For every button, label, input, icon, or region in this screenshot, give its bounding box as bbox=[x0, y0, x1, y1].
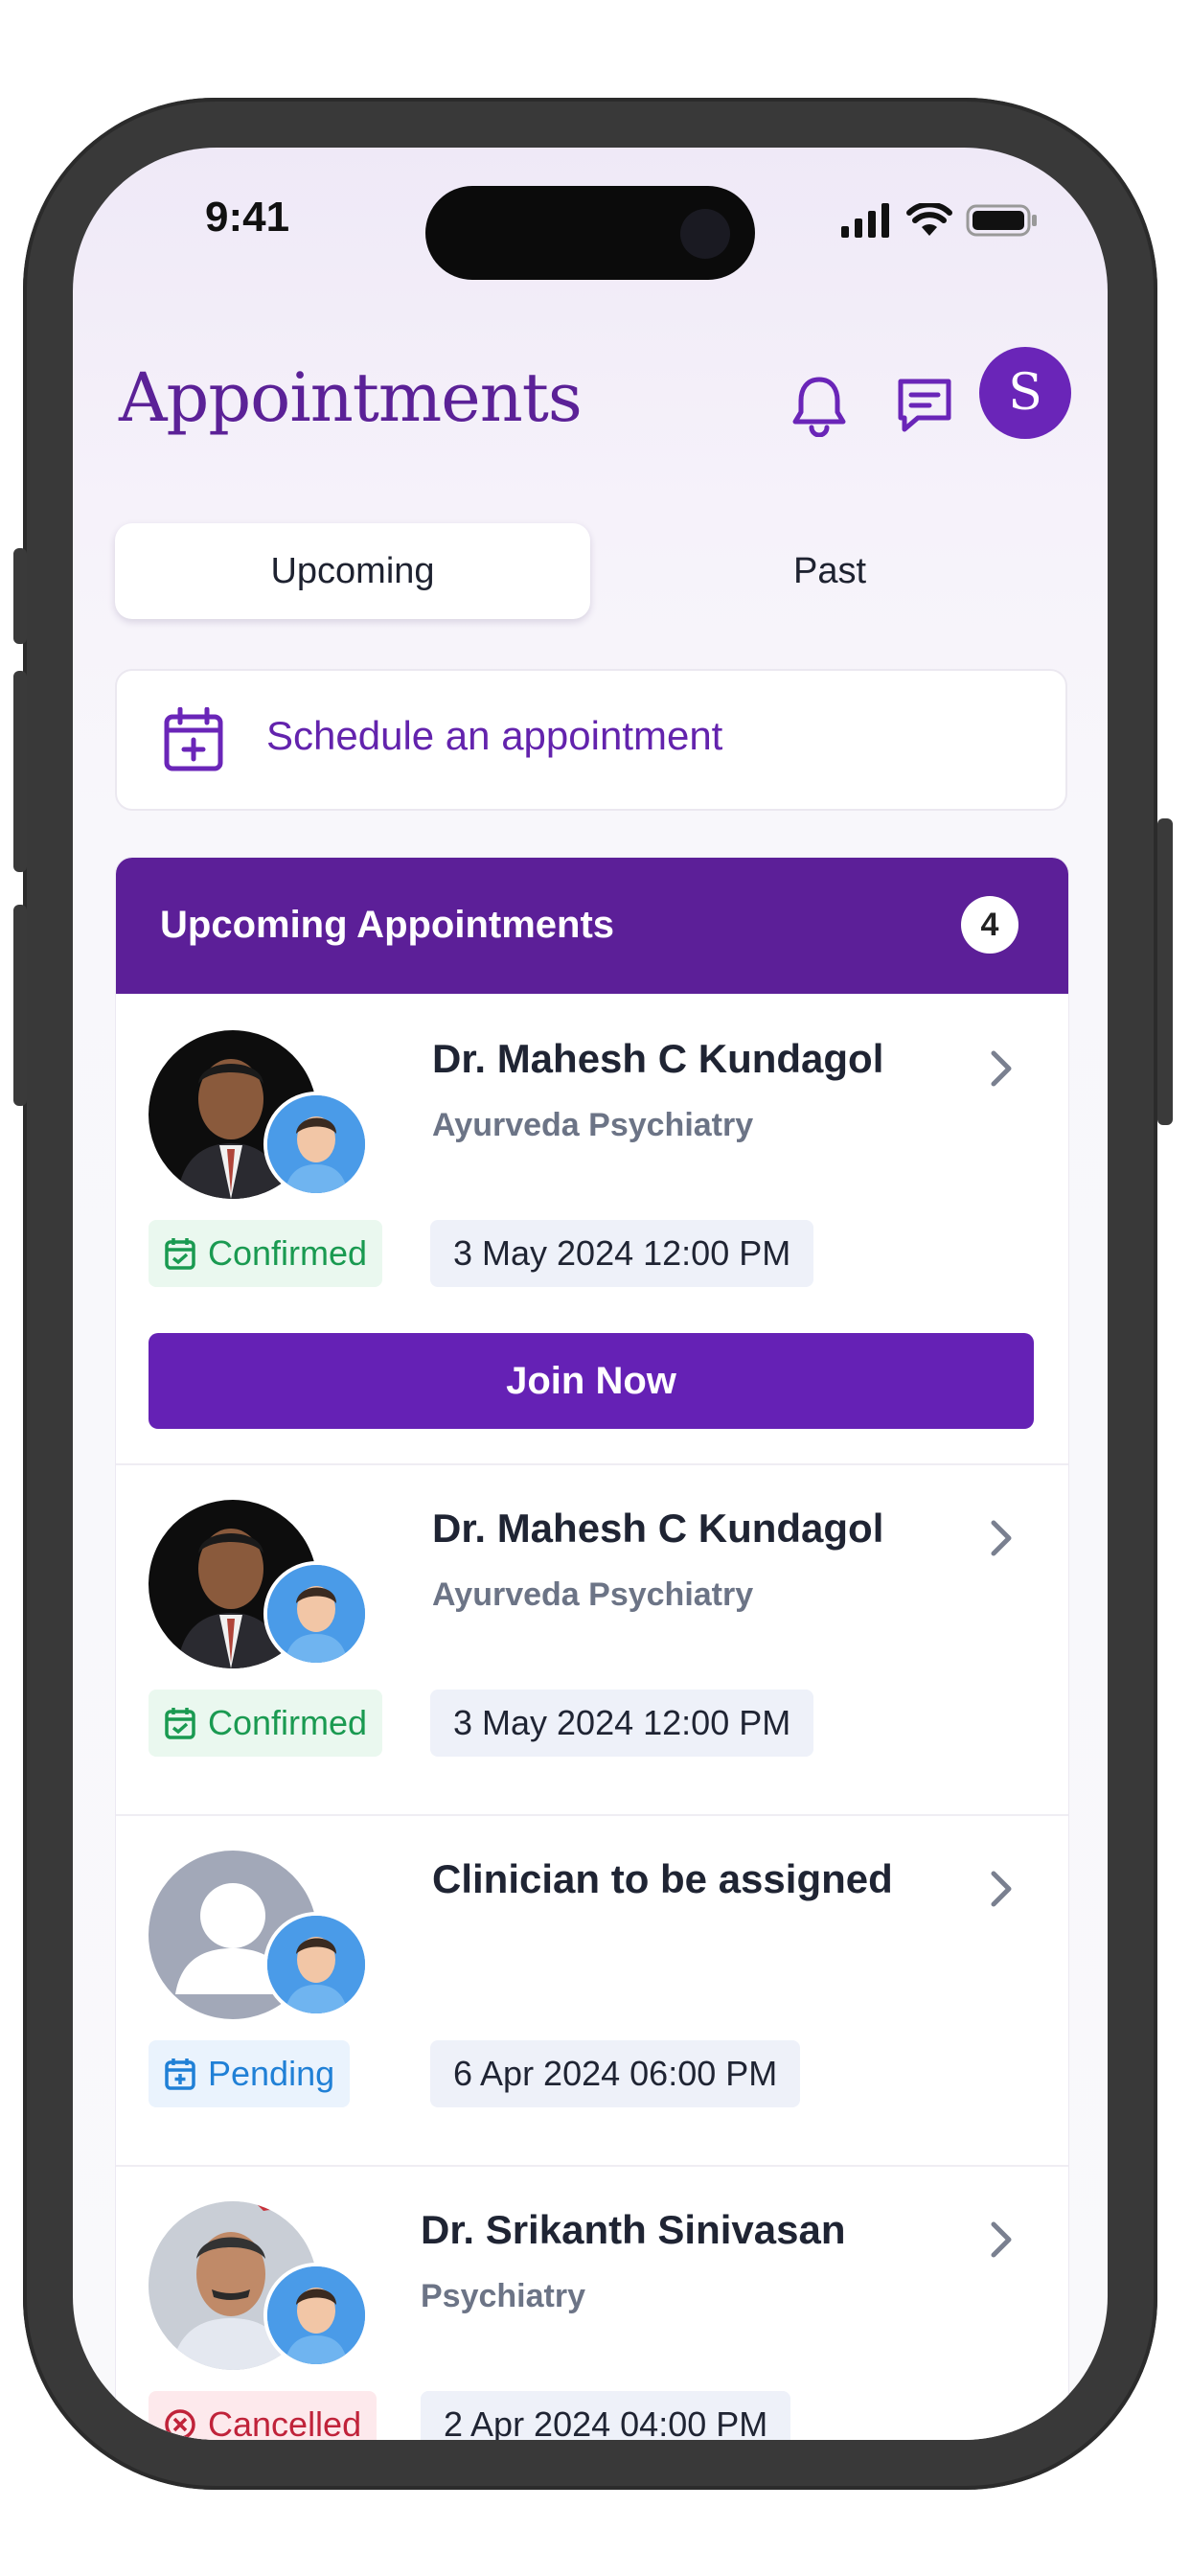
signal-icon bbox=[841, 203, 889, 238]
join-now-button[interactable]: Join Now bbox=[149, 1333, 1034, 1429]
patient-avatar bbox=[263, 1912, 369, 2017]
status-badge: Pending bbox=[149, 2040, 351, 2107]
datetime-chip: 2 Apr 2024 04:00 PM bbox=[421, 2391, 791, 2440]
status-text: Pending bbox=[208, 2054, 335, 2093]
calendar-check-icon bbox=[165, 1238, 195, 1270]
screen: 9:41 Appointments S Upcoming Past Schedu… bbox=[73, 148, 1108, 2440]
doctor-name: Dr. Srikanth Sinivasan bbox=[421, 2207, 846, 2252]
segment-tabs: Upcoming Past bbox=[115, 523, 1067, 619]
chat-icon[interactable] bbox=[893, 374, 956, 437]
status-bar: 9:41 bbox=[73, 148, 1108, 301]
patient-portrait-icon bbox=[267, 1095, 365, 1193]
datetime-chip: 3 May 2024 12:00 PM bbox=[430, 1220, 814, 1287]
patient-avatar bbox=[263, 1561, 369, 1667]
doctor-name: Clinician to be assigned bbox=[432, 1856, 893, 1901]
side-button-mute bbox=[13, 548, 27, 644]
appointment-item[interactable]: Dr. Srikanth Sinivasan Psychiatry Cancel… bbox=[116, 2165, 1068, 2440]
calendar-plus-icon bbox=[165, 2058, 195, 2090]
card-header: Upcoming Appointments 4 bbox=[116, 858, 1068, 994]
chevron-right-icon[interactable] bbox=[988, 2219, 1015, 2261]
status-time: 9:41 bbox=[205, 194, 290, 241]
status-text: Cancelled bbox=[208, 2404, 362, 2440]
card-heading: Upcoming Appointments bbox=[160, 904, 615, 946]
side-button-volume-up bbox=[13, 671, 27, 872]
status-badge: Confirmed bbox=[149, 1220, 383, 1287]
app-header: Appointments S bbox=[73, 339, 1108, 454]
profile-avatar[interactable]: S bbox=[979, 347, 1071, 439]
patient-avatar bbox=[263, 1092, 369, 1197]
tab-past[interactable]: Past bbox=[592, 523, 1067, 619]
bell-icon[interactable] bbox=[790, 374, 849, 437]
appointment-item[interactable]: Clinician to be assigned Pending 6 Apr 2… bbox=[116, 1814, 1068, 2167]
datetime-chip: 6 Apr 2024 06:00 PM bbox=[430, 2040, 801, 2107]
battery-icon bbox=[966, 204, 1037, 237]
doctor-name: Dr. Mahesh C Kundagol bbox=[432, 1036, 884, 1081]
chevron-right-icon[interactable] bbox=[988, 1517, 1015, 1559]
status-text: Confirmed bbox=[208, 1703, 368, 1742]
appointment-item[interactable]: Dr. Mahesh C Kundagol Ayurveda Psychiatr… bbox=[116, 1463, 1068, 1816]
dynamic-island bbox=[425, 186, 755, 280]
appointment-item[interactable]: Dr. Mahesh C Kundagol Ayurveda Psychiatr… bbox=[116, 994, 1068, 1465]
page-title: Appointments bbox=[119, 358, 583, 437]
doctor-specialty: Psychiatry bbox=[421, 2278, 585, 2314]
status-badge: Cancelled bbox=[149, 2391, 378, 2440]
patient-portrait-icon bbox=[267, 1916, 365, 2013]
datetime-chip: 3 May 2024 12:00 PM bbox=[430, 1690, 814, 1757]
calendar-plus-icon bbox=[164, 707, 223, 771]
patient-portrait-icon bbox=[267, 1565, 365, 1663]
patient-portrait-icon bbox=[267, 2266, 365, 2364]
side-button-volume-down bbox=[13, 905, 27, 1106]
calendar-check-icon bbox=[165, 1708, 195, 1739]
chevron-right-icon[interactable] bbox=[988, 1868, 1015, 1910]
upcoming-appointments-card: Upcoming Appointments 4 Dr. Mahesh C Kun… bbox=[115, 857, 1069, 2440]
patient-avatar bbox=[263, 2263, 369, 2368]
chevron-right-icon[interactable] bbox=[988, 1047, 1015, 1090]
status-text: Confirmed bbox=[208, 1233, 368, 1273]
doctor-specialty: Ayurveda Psychiatry bbox=[432, 1107, 754, 1143]
status-icons bbox=[839, 203, 1039, 238]
schedule-appointment-button[interactable]: Schedule an appointment bbox=[115, 669, 1067, 811]
status-badge: Confirmed bbox=[149, 1690, 383, 1757]
count-badge: 4 bbox=[961, 896, 1018, 954]
doctor-name: Dr. Mahesh C Kundagol bbox=[432, 1506, 884, 1551]
wifi-icon bbox=[906, 203, 952, 236]
tab-upcoming[interactable]: Upcoming bbox=[115, 523, 590, 619]
camera-icon bbox=[680, 209, 730, 259]
x-circle-icon bbox=[165, 2409, 195, 2440]
schedule-label: Schedule an appointment bbox=[266, 713, 723, 758]
side-button-power bbox=[1157, 818, 1173, 1125]
doctor-specialty: Ayurveda Psychiatry bbox=[432, 1576, 754, 1613]
